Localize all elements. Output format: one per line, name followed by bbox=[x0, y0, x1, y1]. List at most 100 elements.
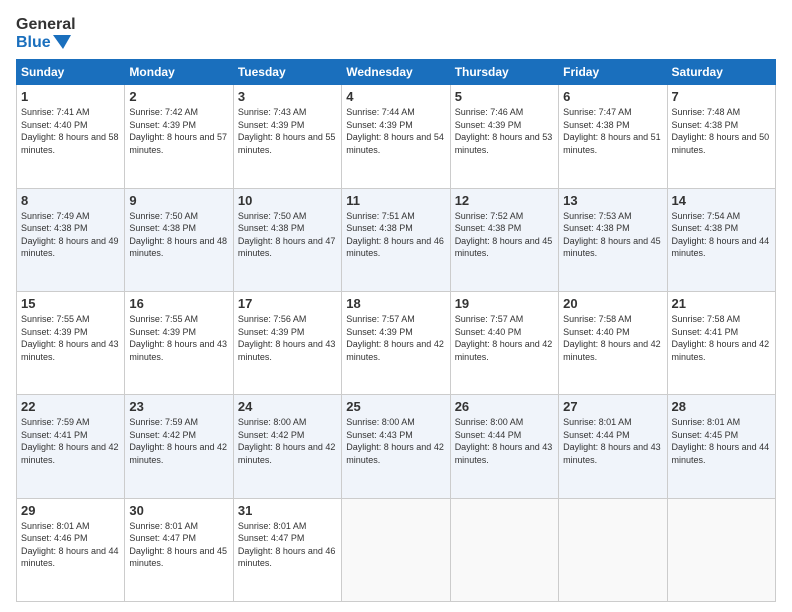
calendar-cell: 29Sunrise: 8:01 AMSunset: 4:46 PMDayligh… bbox=[17, 498, 125, 601]
day-number: 1 bbox=[21, 89, 120, 104]
calendar-cell: 2 Sunrise: 7:42 AMSunset: 4:39 PMDaylight… bbox=[125, 85, 233, 188]
day-info: Sunrise: 7:51 AMSunset: 4:38 PMDaylight:… bbox=[346, 210, 445, 260]
day-info: Sunrise: 7:57 AMSunset: 4:39 PMDaylight:… bbox=[346, 313, 445, 363]
day-info: Sunrise: 7:58 AMSunset: 4:41 PMDaylight:… bbox=[672, 313, 771, 363]
calendar-cell: 26 Sunrise: 8:00 AMSunset: 4:44 PMDayligh… bbox=[450, 395, 558, 498]
calendar-cell: 8 Sunrise: 7:49 AMSunset: 4:38 PMDaylight… bbox=[17, 188, 125, 291]
day-info: Sunrise: 7:55 AMSunset: 4:39 PMDaylight:… bbox=[129, 313, 228, 363]
day-number: 24 bbox=[238, 399, 337, 414]
day-number: 8 bbox=[21, 193, 120, 208]
calendar-cell: 28Sunrise: 8:01 AMSunset: 4:45 PMDayligh… bbox=[667, 395, 775, 498]
calendar-week-row: 29Sunrise: 8:01 AMSunset: 4:46 PMDayligh… bbox=[17, 498, 776, 601]
day-info: Sunrise: 7:49 AMSunset: 4:38 PMDaylight:… bbox=[21, 210, 120, 260]
header: General Blue bbox=[16, 16, 776, 51]
day-info: Sunrise: 7:55 AMSunset: 4:39 PMDaylight:… bbox=[21, 313, 120, 363]
calendar-cell: 11 Sunrise: 7:51 AMSunset: 4:38 PMDayligh… bbox=[342, 188, 450, 291]
day-info: Sunrise: 7:58 AMSunset: 4:40 PMDaylight:… bbox=[563, 313, 662, 363]
calendar-cell: 30 Sunrise: 8:01 AMSunset: 4:47 PMDayligh… bbox=[125, 498, 233, 601]
calendar-week-row: 8 Sunrise: 7:49 AMSunset: 4:38 PMDaylight… bbox=[17, 188, 776, 291]
weekday-header-thursday: Thursday bbox=[450, 60, 558, 85]
calendar-week-row: 22Sunrise: 7:59 AMSunset: 4:41 PMDayligh… bbox=[17, 395, 776, 498]
day-number: 31 bbox=[238, 503, 337, 518]
calendar-table: SundayMondayTuesdayWednesdayThursdayFrid… bbox=[16, 59, 776, 602]
day-info: Sunrise: 8:00 AMSunset: 4:42 PMDaylight:… bbox=[238, 416, 337, 466]
day-info: Sunrise: 8:00 AMSunset: 4:43 PMDaylight:… bbox=[346, 416, 445, 466]
day-info: Sunrise: 7:53 AMSunset: 4:38 PMDaylight:… bbox=[563, 210, 662, 260]
day-number: 7 bbox=[672, 89, 771, 104]
day-number: 5 bbox=[455, 89, 554, 104]
calendar-cell: 23 Sunrise: 7:59 AMSunset: 4:42 PMDayligh… bbox=[125, 395, 233, 498]
calendar-cell bbox=[559, 498, 667, 601]
logo-text-general: General bbox=[16, 16, 76, 34]
day-info: Sunrise: 7:44 AMSunset: 4:39 PMDaylight:… bbox=[346, 106, 445, 156]
day-info: Sunrise: 7:57 AMSunset: 4:40 PMDaylight:… bbox=[455, 313, 554, 363]
day-info: Sunrise: 7:56 AMSunset: 4:39 PMDaylight:… bbox=[238, 313, 337, 363]
calendar-cell: 12 Sunrise: 7:52 AMSunset: 4:38 PMDayligh… bbox=[450, 188, 558, 291]
calendar-cell: 14 Sunrise: 7:54 AMSunset: 4:38 PMDayligh… bbox=[667, 188, 775, 291]
calendar-cell bbox=[667, 498, 775, 601]
day-info: Sunrise: 7:50 AMSunset: 4:38 PMDaylight:… bbox=[238, 210, 337, 260]
calendar-cell: 19 Sunrise: 7:57 AMSunset: 4:40 PMDayligh… bbox=[450, 291, 558, 394]
calendar-cell: 25Sunrise: 8:00 AMSunset: 4:43 PMDayligh… bbox=[342, 395, 450, 498]
weekday-header-monday: Monday bbox=[125, 60, 233, 85]
day-number: 14 bbox=[672, 193, 771, 208]
day-number: 9 bbox=[129, 193, 228, 208]
weekday-header-saturday: Saturday bbox=[667, 60, 775, 85]
day-number: 23 bbox=[129, 399, 228, 414]
day-info: Sunrise: 7:54 AMSunset: 4:38 PMDaylight:… bbox=[672, 210, 771, 260]
day-number: 13 bbox=[563, 193, 662, 208]
day-info: Sunrise: 7:43 AMSunset: 4:39 PMDaylight:… bbox=[238, 106, 337, 156]
logo-container: General Blue bbox=[16, 16, 76, 51]
day-info: Sunrise: 8:01 AMSunset: 4:47 PMDaylight:… bbox=[238, 520, 337, 570]
day-number: 12 bbox=[455, 193, 554, 208]
day-info: Sunrise: 7:59 AMSunset: 4:42 PMDaylight:… bbox=[129, 416, 228, 466]
day-number: 16 bbox=[129, 296, 228, 311]
calendar-week-row: 1 Sunrise: 7:41 AMSunset: 4:40 PMDaylight… bbox=[17, 85, 776, 188]
day-number: 4 bbox=[346, 89, 445, 104]
calendar-cell: 9Sunrise: 7:50 AMSunset: 4:38 PMDaylight… bbox=[125, 188, 233, 291]
weekday-header-tuesday: Tuesday bbox=[233, 60, 341, 85]
calendar-cell bbox=[342, 498, 450, 601]
day-info: Sunrise: 7:59 AMSunset: 4:41 PMDaylight:… bbox=[21, 416, 120, 466]
day-number: 26 bbox=[455, 399, 554, 414]
day-number: 6 bbox=[563, 89, 662, 104]
calendar-cell: 17 Sunrise: 7:56 AMSunset: 4:39 PMDayligh… bbox=[233, 291, 341, 394]
day-info: Sunrise: 7:47 AMSunset: 4:38 PMDaylight:… bbox=[563, 106, 662, 156]
day-info: Sunrise: 7:52 AMSunset: 4:38 PMDaylight:… bbox=[455, 210, 554, 260]
logo: General Blue bbox=[16, 16, 76, 51]
day-number: 30 bbox=[129, 503, 228, 518]
calendar-cell bbox=[450, 498, 558, 601]
day-info: Sunrise: 7:46 AMSunset: 4:39 PMDaylight:… bbox=[455, 106, 554, 156]
day-number: 2 bbox=[129, 89, 228, 104]
weekday-header-sunday: Sunday bbox=[17, 60, 125, 85]
day-info: Sunrise: 8:01 AMSunset: 4:47 PMDaylight:… bbox=[129, 520, 228, 570]
calendar-cell: 4 Sunrise: 7:44 AMSunset: 4:39 PMDaylight… bbox=[342, 85, 450, 188]
day-number: 17 bbox=[238, 296, 337, 311]
page: General Blue SundayMondayTuesdayWednesda… bbox=[0, 0, 792, 612]
day-number: 19 bbox=[455, 296, 554, 311]
weekday-header-wednesday: Wednesday bbox=[342, 60, 450, 85]
day-info: Sunrise: 7:48 AMSunset: 4:38 PMDaylight:… bbox=[672, 106, 771, 156]
day-info: Sunrise: 8:00 AMSunset: 4:44 PMDaylight:… bbox=[455, 416, 554, 466]
day-info: Sunrise: 8:01 AMSunset: 4:46 PMDaylight:… bbox=[21, 520, 120, 570]
day-number: 27 bbox=[563, 399, 662, 414]
calendar-cell: 31 Sunrise: 8:01 AMSunset: 4:47 PMDayligh… bbox=[233, 498, 341, 601]
day-number: 18 bbox=[346, 296, 445, 311]
calendar-cell: 6 Sunrise: 7:47 AMSunset: 4:38 PMDaylight… bbox=[559, 85, 667, 188]
day-info: Sunrise: 8:01 AMSunset: 4:44 PMDaylight:… bbox=[563, 416, 662, 466]
weekday-header-row: SundayMondayTuesdayWednesdayThursdayFrid… bbox=[17, 60, 776, 85]
day-number: 11 bbox=[346, 193, 445, 208]
day-number: 3 bbox=[238, 89, 337, 104]
calendar-cell: 18 Sunrise: 7:57 AMSunset: 4:39 PMDayligh… bbox=[342, 291, 450, 394]
day-number: 10 bbox=[238, 193, 337, 208]
day-info: Sunrise: 7:42 AMSunset: 4:39 PMDaylight:… bbox=[129, 106, 228, 156]
day-info: Sunrise: 8:01 AMSunset: 4:45 PMDaylight:… bbox=[672, 416, 771, 466]
day-number: 20 bbox=[563, 296, 662, 311]
day-info: Sunrise: 7:41 AMSunset: 4:40 PMDaylight:… bbox=[21, 106, 120, 156]
calendar-cell: 1 Sunrise: 7:41 AMSunset: 4:40 PMDaylight… bbox=[17, 85, 125, 188]
calendar-cell: 15Sunrise: 7:55 AMSunset: 4:39 PMDayligh… bbox=[17, 291, 125, 394]
calendar-cell: 21Sunrise: 7:58 AMSunset: 4:41 PMDayligh… bbox=[667, 291, 775, 394]
calendar-cell: 5 Sunrise: 7:46 AMSunset: 4:39 PMDaylight… bbox=[450, 85, 558, 188]
calendar-week-row: 15Sunrise: 7:55 AMSunset: 4:39 PMDayligh… bbox=[17, 291, 776, 394]
calendar-cell: 27 Sunrise: 8:01 AMSunset: 4:44 PMDayligh… bbox=[559, 395, 667, 498]
